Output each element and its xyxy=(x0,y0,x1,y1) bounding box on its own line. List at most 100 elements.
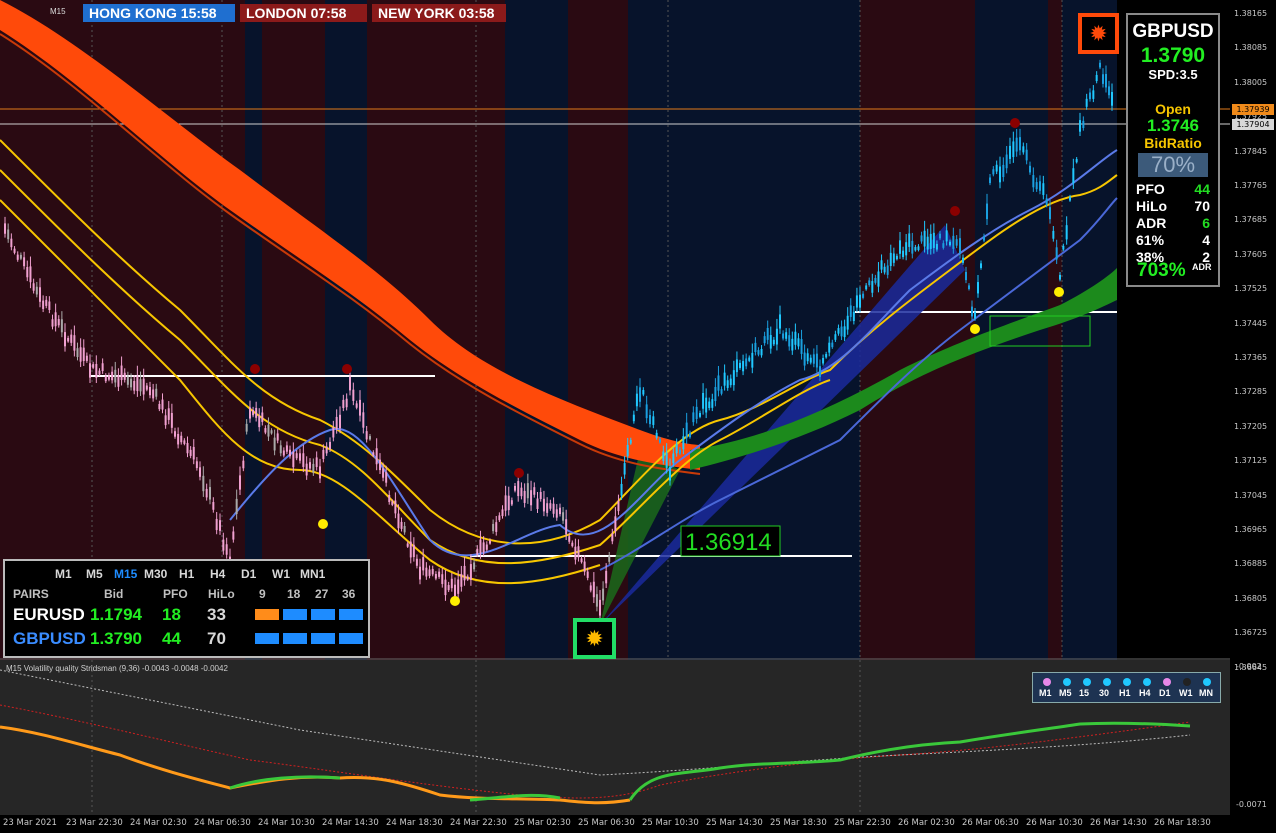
candle xyxy=(489,540,491,544)
timeframe-option[interactable]: M1 xyxy=(55,567,72,581)
candle xyxy=(406,543,409,547)
candle xyxy=(672,453,675,464)
candle xyxy=(444,579,447,596)
time-tick-label: 25 Mar 10:30 xyxy=(642,818,699,828)
time-tick-label: 25 Mar 06:30 xyxy=(578,818,635,828)
time-axis[interactable]: 23 Mar 2021 23 Mar 22:30 24 Mar 02:30 24 Ma… xyxy=(0,815,1230,833)
adr-percent: 703% xyxy=(1137,260,1186,281)
candle xyxy=(145,385,148,390)
candle xyxy=(955,239,958,246)
candle xyxy=(899,240,901,254)
candle xyxy=(107,375,110,380)
timeframe-option[interactable]: M15 xyxy=(114,567,137,581)
candle xyxy=(48,301,51,310)
candle xyxy=(800,339,803,354)
candle xyxy=(403,525,406,533)
candle xyxy=(917,246,920,251)
candle xyxy=(64,332,66,347)
clock-time: 15:58 xyxy=(180,5,217,21)
timeframe-option[interactable]: W1 xyxy=(272,567,290,581)
swing-high-dot xyxy=(342,364,352,374)
timeframe-option[interactable]: M5 xyxy=(86,567,103,581)
candle xyxy=(252,410,255,416)
candle xyxy=(645,404,648,419)
session-clock: LONDON 07:58 xyxy=(240,4,367,22)
candle xyxy=(385,472,388,483)
pairs-cell: 33 xyxy=(207,605,226,624)
candle xyxy=(85,355,88,361)
candle xyxy=(258,415,261,428)
candle xyxy=(114,369,117,383)
candle xyxy=(270,430,273,434)
candle xyxy=(498,515,501,521)
time-tick-label: 24 Mar 18:30 xyxy=(386,818,443,828)
candle xyxy=(523,490,526,503)
candle xyxy=(539,492,542,500)
candle xyxy=(397,513,400,529)
timeframe-option[interactable]: H4 xyxy=(210,567,225,581)
candle xyxy=(199,467,201,477)
info-row-value: 4 xyxy=(1202,232,1210,248)
timeframe-option[interactable]: H1 xyxy=(179,567,194,581)
candle xyxy=(319,466,321,479)
candle xyxy=(1052,230,1055,239)
timeframe-status-dot xyxy=(1203,678,1211,686)
candle xyxy=(412,544,415,558)
candle xyxy=(349,377,351,391)
candle xyxy=(662,451,665,461)
candle xyxy=(608,555,611,562)
candle xyxy=(189,449,192,456)
timeframe-dot-label: H1 xyxy=(1119,688,1131,698)
time-tick-label: 23 Mar 22:30 xyxy=(66,818,123,828)
clock-city: LONDON xyxy=(246,5,311,21)
sell-signal-marker[interactable]: ✹ xyxy=(1078,13,1119,54)
candle xyxy=(139,379,142,392)
candle xyxy=(332,427,335,438)
candle xyxy=(205,488,208,498)
swing-low-dot xyxy=(1054,287,1064,297)
candle xyxy=(1111,92,1113,106)
candle xyxy=(289,449,291,457)
price-tick-label: 1.36805 xyxy=(1234,593,1268,603)
pairs-dashboard-panel: M1 M5 M15 M30 H1 H4 D1 W1 MN1 PAIRS Bid PFO HiLo 9 18… xyxy=(3,559,370,658)
symbol-bid: 1.3790 xyxy=(1140,44,1206,67)
candle xyxy=(120,365,123,381)
candle xyxy=(282,450,285,456)
price-tick-label: 1.36725 xyxy=(1234,628,1268,638)
timeframe-option[interactable]: MN1 xyxy=(300,567,325,581)
candle xyxy=(174,431,176,437)
timeframe-dot-label: W1 xyxy=(1179,688,1193,698)
timeframe-option[interactable]: M30 xyxy=(144,567,167,581)
candle xyxy=(394,500,397,514)
price-tick-label: 1.37045 xyxy=(1234,490,1268,500)
timeframe-status-dot xyxy=(1063,678,1071,686)
candle xyxy=(968,285,970,290)
time-tick-label: 26 Mar 06:30 xyxy=(962,818,1019,828)
pairs-cell: EURUSD xyxy=(13,605,85,624)
candle xyxy=(76,348,79,358)
candle xyxy=(1002,164,1005,178)
candle xyxy=(177,433,180,445)
candle xyxy=(892,253,895,263)
candle xyxy=(536,498,539,510)
candle xyxy=(209,487,211,500)
candle xyxy=(822,357,825,364)
candle xyxy=(530,490,533,506)
candle xyxy=(992,169,995,175)
timeframe-option[interactable]: D1 xyxy=(241,567,256,581)
pairs-column-header: PFO xyxy=(163,587,188,601)
candle xyxy=(791,338,794,351)
star-burst-icon: ✹ xyxy=(585,625,604,651)
candle xyxy=(679,449,681,454)
price-tick-label: 1.37525 xyxy=(1234,284,1268,294)
candle xyxy=(419,566,421,580)
buy-signal-marker[interactable]: ✹ xyxy=(573,618,616,659)
candle xyxy=(438,571,441,577)
candle xyxy=(45,299,48,306)
candle xyxy=(995,164,998,172)
candle xyxy=(665,452,668,468)
candle xyxy=(717,375,720,391)
candle xyxy=(1059,274,1061,280)
info-row-label: ADR xyxy=(1136,215,1167,231)
candle xyxy=(117,375,120,387)
